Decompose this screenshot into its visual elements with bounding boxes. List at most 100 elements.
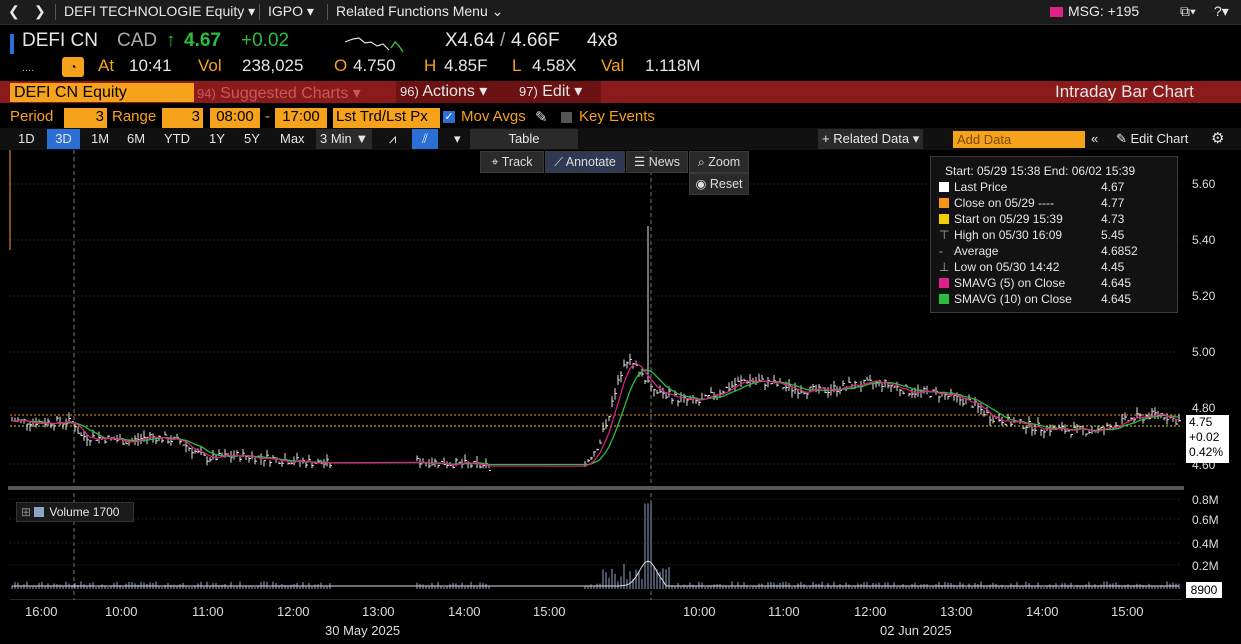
volume-label: Vol bbox=[198, 56, 222, 75]
edit-chart-button[interactable]: ✎ Edit Chart bbox=[1112, 129, 1192, 149]
price-change: +0.02 bbox=[241, 30, 290, 51]
tab-1d[interactable]: 1D bbox=[14, 129, 39, 149]
legend-close[interactable]: Close on 05/29 ---- bbox=[939, 196, 1054, 210]
time-axis-label: 10:00 bbox=[105, 604, 138, 619]
open-value: 4.750 bbox=[353, 56, 396, 75]
volume-last-box: 8900 bbox=[1186, 582, 1222, 598]
volume-axis-label: 0.6M bbox=[1192, 513, 1219, 527]
chart-title: Intraday Bar Chart bbox=[1055, 82, 1194, 101]
legend-close-value: 4.77 bbox=[1101, 196, 1125, 210]
edit-menu[interactable]: 97) Edit ▾ bbox=[515, 81, 601, 103]
range-label: Range bbox=[112, 108, 157, 125]
security-selector[interactable]: DEFI TECHNOLOGIE Equity ▾ bbox=[64, 3, 255, 20]
tab-6m[interactable]: 6M bbox=[123, 129, 149, 149]
related-data-button[interactable]: + Related Data ▾ bbox=[818, 129, 924, 149]
line-chart-icon[interactable]: ⩘ bbox=[385, 129, 400, 149]
currency: CAD bbox=[117, 30, 158, 51]
low-label: L bbox=[512, 56, 522, 75]
sparkline-icon bbox=[345, 37, 404, 53]
security-field[interactable]: DEFI CN Equity bbox=[10, 83, 194, 102]
period-input[interactable]: 3 bbox=[64, 108, 107, 128]
speedometer-icon[interactable]: ◔ bbox=[62, 57, 84, 77]
bar-chart-icon[interactable]: ⫽ bbox=[412, 129, 438, 149]
legend-sma5[interactable]: SMAVG (5) on Close bbox=[939, 276, 1065, 290]
tab-1m[interactable]: 1M bbox=[87, 129, 113, 149]
news-tool[interactable]: ☰ News bbox=[626, 151, 688, 173]
expand-icon[interactable]: ⊞ bbox=[21, 505, 31, 519]
time-axis-label: 15:00 bbox=[533, 604, 566, 619]
security-marker bbox=[10, 34, 14, 54]
legend-low[interactable]: ⊥ Low on 05/30 14:42 bbox=[939, 260, 1059, 274]
forward-arrow-icon[interactable]: ❯ bbox=[34, 3, 46, 20]
mov-avgs-label[interactable]: Mov Avgs bbox=[461, 108, 526, 128]
ellipsis-icon[interactable]: .... bbox=[22, 62, 34, 74]
time-axis-label: 16:00 bbox=[25, 604, 58, 619]
track-tool[interactable]: ⌖ Track bbox=[480, 151, 544, 173]
sma10-line bbox=[11, 369, 1180, 466]
legend-last-price[interactable]: Last Price bbox=[939, 180, 1007, 194]
mov-avgs-checkbox[interactable]: ✓ bbox=[443, 111, 455, 123]
legend-start-value: 4.73 bbox=[1101, 212, 1125, 226]
volume-axis-label: 0.4M bbox=[1192, 537, 1219, 551]
settings-gear-icon[interactable]: ⚙ bbox=[1207, 129, 1228, 149]
collapse-icon[interactable]: « bbox=[1087, 129, 1102, 149]
tab-1y[interactable]: 1Y bbox=[205, 129, 229, 149]
chart-type-dropdown-icon[interactable]: ▾ bbox=[450, 129, 465, 149]
legend-average[interactable]: - Average bbox=[939, 244, 998, 258]
last-price-box-pct: 0.42% bbox=[1189, 445, 1224, 459]
end-time-input[interactable]: 17:00 bbox=[275, 108, 327, 128]
price-axis-label: 5.00 bbox=[1192, 345, 1216, 359]
bid-ask-size: 4x8 bbox=[587, 30, 618, 51]
legend-start[interactable]: Start on 05/29 15:39 bbox=[939, 212, 1063, 226]
start-time-input[interactable]: 08:00 bbox=[210, 108, 260, 128]
tab-max[interactable]: Max bbox=[276, 129, 309, 149]
low-marker-icon: ⊥ bbox=[939, 260, 950, 274]
time-axis-label: 13:00 bbox=[940, 604, 973, 619]
time-axis-label: 11:00 bbox=[192, 604, 224, 619]
tab-ytd[interactable]: YTD bbox=[160, 129, 194, 149]
price-type-select[interactable]: Lst Trd/Lst Px bbox=[333, 108, 440, 128]
value-label: Val bbox=[601, 56, 625, 75]
time-axis-label: 11:00 bbox=[768, 604, 800, 619]
trade-time: 10:41 bbox=[129, 56, 172, 75]
window-menu-icon[interactable]: ⧉▾ bbox=[1180, 3, 1196, 20]
ask-price: 4.66F bbox=[511, 30, 560, 51]
tab-5y[interactable]: 5Y bbox=[240, 129, 264, 149]
help-icon[interactable]: ?▾ bbox=[1214, 3, 1229, 20]
actions-menu[interactable]: 96) Actions ▾ bbox=[396, 81, 515, 103]
table-button[interactable]: Table bbox=[470, 129, 578, 149]
time-axis-label: 12:00 bbox=[854, 604, 887, 619]
price-axis-label: 5.40 bbox=[1192, 233, 1216, 247]
legend-high-value: 5.45 bbox=[1101, 228, 1125, 242]
volume-axis-label: 0.8M bbox=[1192, 493, 1219, 507]
interval-select[interactable]: 3 Min ▼ bbox=[316, 129, 373, 149]
key-events-label[interactable]: Key Events bbox=[579, 108, 655, 128]
back-arrow-icon[interactable]: ❮ bbox=[8, 3, 20, 20]
annotate-tool[interactable]: ⟋ Annotate bbox=[545, 151, 625, 173]
last-price-box-price: 4.75 bbox=[1189, 415, 1213, 429]
pencil-icon[interactable]: ✎ bbox=[535, 108, 548, 128]
zoom-tool[interactable]: ⌕ Zoom bbox=[689, 151, 749, 173]
key-events-checkbox[interactable] bbox=[561, 112, 572, 123]
message-indicator[interactable]: MSG: +195 bbox=[1050, 3, 1139, 19]
legend-sma10[interactable]: SMAVG (10) on Close bbox=[939, 292, 1072, 306]
volume-legend[interactable]: ⊞ Volume 1700 bbox=[16, 502, 134, 522]
legend-last-price-value: 4.67 bbox=[1101, 180, 1125, 194]
add-data-input[interactable]: Add Data bbox=[953, 131, 1085, 148]
tab-3d[interactable]: 3D bbox=[47, 129, 80, 149]
at-label: At bbox=[98, 56, 115, 75]
range-input[interactable]: 3 bbox=[162, 108, 203, 128]
time-axis-label: 14:00 bbox=[448, 604, 481, 619]
reset-button[interactable]: ◉ Reset bbox=[689, 173, 749, 195]
suggested-charts-menu[interactable]: 94) Suggested Charts ▾ bbox=[197, 83, 361, 103]
chart-legend: Start: 05/29 15:38 End: 06/02 15:39 Last… bbox=[930, 156, 1178, 313]
related-functions-menu[interactable]: Related Functions Menu ⌄ bbox=[336, 3, 503, 20]
function-selector[interactable]: IGPO ▾ bbox=[268, 3, 314, 20]
last-price-box-change: +0.02 bbox=[1189, 430, 1220, 444]
average-marker-icon: - bbox=[939, 244, 943, 258]
period-label: Period bbox=[10, 108, 54, 125]
up-arrow-icon: ↑ bbox=[166, 30, 176, 51]
time-axis-label: 15:00 bbox=[1111, 604, 1144, 619]
time-axis-label: 10:00 bbox=[683, 604, 716, 619]
legend-high[interactable]: ⊤ High on 05/30 16:09 bbox=[939, 228, 1062, 242]
